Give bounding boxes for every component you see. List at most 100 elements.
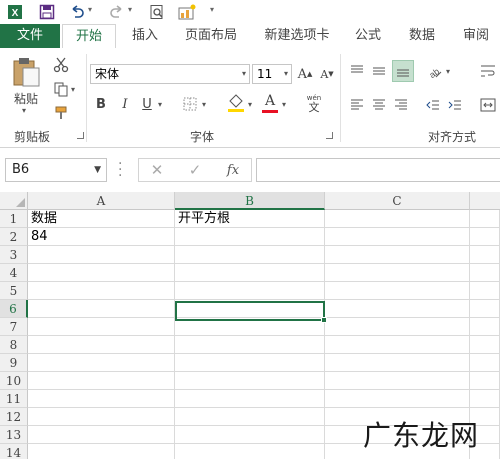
- fill-color-dropdown-icon[interactable]: ▾: [248, 100, 252, 109]
- row-header-12[interactable]: 12: [0, 408, 28, 426]
- paste-dropdown-icon[interactable]: ▾: [22, 106, 26, 115]
- column-header-d[interactable]: [470, 192, 500, 210]
- cell-a6[interactable]: [28, 300, 175, 318]
- cell-d3[interactable]: [470, 246, 500, 264]
- cell-b4[interactable]: [175, 264, 325, 282]
- underline-button[interactable]: U: [138, 94, 156, 114]
- merge-center-icon[interactable]: [478, 96, 498, 114]
- cancel-button[interactable]: ✕: [142, 158, 172, 182]
- tab-data[interactable]: 数据: [402, 24, 442, 48]
- row-header-5[interactable]: 5: [0, 282, 28, 300]
- undo-icon[interactable]: [68, 3, 86, 21]
- align-right-icon[interactable]: [392, 96, 410, 114]
- cell-d1[interactable]: [470, 210, 500, 228]
- cell-a13[interactable]: [28, 426, 175, 444]
- cell-c7[interactable]: [325, 318, 470, 336]
- row-header-3[interactable]: 3: [0, 246, 28, 264]
- borders-dropdown-icon[interactable]: ▾: [202, 100, 206, 109]
- fill-color-icon[interactable]: [226, 92, 246, 114]
- font-name-select[interactable]: 宋体 ▾: [90, 64, 250, 84]
- customize-icon[interactable]: ▾: [210, 5, 214, 14]
- wrap-text-icon[interactable]: [478, 62, 498, 80]
- cell-a3[interactable]: [28, 246, 175, 264]
- paste-label[interactable]: 粘贴: [8, 90, 44, 106]
- row-header-4[interactable]: 4: [0, 264, 28, 282]
- name-box[interactable]: B6 ▼: [5, 158, 107, 182]
- borders-icon[interactable]: [180, 94, 200, 114]
- tab-page-layout[interactable]: 页面布局: [178, 24, 244, 48]
- tab-file[interactable]: 文件: [0, 24, 60, 48]
- cell-c1[interactable]: [325, 210, 470, 228]
- cell-a1[interactable]: 数据: [28, 210, 175, 228]
- italic-button[interactable]: I: [116, 94, 134, 114]
- print-preview-icon[interactable]: [148, 3, 166, 21]
- cell-c8[interactable]: [325, 336, 470, 354]
- undo-dropdown-icon[interactable]: ▾: [88, 5, 92, 14]
- font-color-button[interactable]: A: [260, 92, 280, 114]
- cell-c10[interactable]: [325, 372, 470, 390]
- row-header-1[interactable]: 1: [0, 210, 28, 228]
- row-header-10[interactable]: 10: [0, 372, 28, 390]
- cell-b9[interactable]: [175, 354, 325, 372]
- cell-a14[interactable]: [28, 444, 175, 459]
- tab-insert[interactable]: 插入: [124, 24, 166, 48]
- increase-indent-icon[interactable]: [446, 96, 464, 114]
- align-bottom-icon[interactable]: [392, 60, 414, 82]
- cell-d9[interactable]: [470, 354, 500, 372]
- cell-a4[interactable]: [28, 264, 175, 282]
- paste-icon[interactable]: [8, 54, 44, 90]
- cell-d7[interactable]: [470, 318, 500, 336]
- copy-dropdown-icon[interactable]: ▾: [71, 85, 75, 94]
- cell-a9[interactable]: [28, 354, 175, 372]
- cell-a5[interactable]: [28, 282, 175, 300]
- decrease-indent-icon[interactable]: [424, 96, 442, 114]
- cell-a2[interactable]: 84: [28, 228, 175, 246]
- copy-icon[interactable]: [52, 80, 70, 98]
- cell-a8[interactable]: [28, 336, 175, 354]
- row-header-2[interactable]: 2: [0, 228, 28, 246]
- align-top-icon[interactable]: [348, 62, 366, 80]
- formula-input[interactable]: [256, 158, 500, 182]
- cell-b8[interactable]: [175, 336, 325, 354]
- grow-font-button[interactable]: A ▲: [296, 64, 314, 84]
- cell-d5[interactable]: [470, 282, 500, 300]
- cell-b13[interactable]: [175, 426, 325, 444]
- cell-a11[interactable]: [28, 390, 175, 408]
- cell-c3[interactable]: [325, 246, 470, 264]
- column-header-b[interactable]: B: [175, 192, 325, 210]
- cell-b14[interactable]: [175, 444, 325, 459]
- font-size-select[interactable]: 11 ▾: [252, 64, 292, 84]
- cell-b12[interactable]: [175, 408, 325, 426]
- cell-b3[interactable]: [175, 246, 325, 264]
- save-icon[interactable]: [38, 3, 56, 21]
- cell-c9[interactable]: [325, 354, 470, 372]
- align-left-icon[interactable]: [348, 96, 366, 114]
- tab-formulas[interactable]: 公式: [348, 24, 388, 48]
- fill-handle[interactable]: [321, 317, 327, 323]
- cell-c4[interactable]: [325, 264, 470, 282]
- cell-d10[interactable]: [470, 372, 500, 390]
- cell-d6[interactable]: [470, 300, 500, 318]
- align-middle-icon[interactable]: [370, 62, 388, 80]
- cell-b5[interactable]: [175, 282, 325, 300]
- font-color-dropdown-icon[interactable]: ▾: [282, 100, 286, 109]
- underline-dropdown-icon[interactable]: ▾: [158, 100, 162, 109]
- row-header-7[interactable]: 7: [0, 318, 28, 336]
- cell-b11[interactable]: [175, 390, 325, 408]
- formula-bar-grip[interactable]: · · ·: [118, 157, 122, 183]
- font-launcher-icon[interactable]: [326, 132, 333, 139]
- cell-d4[interactable]: [470, 264, 500, 282]
- tab-home[interactable]: 开始: [62, 24, 116, 49]
- column-header-c[interactable]: C: [325, 192, 470, 210]
- row-header-13[interactable]: 13: [0, 426, 28, 444]
- cell-c5[interactable]: [325, 282, 470, 300]
- cell-a7[interactable]: [28, 318, 175, 336]
- cell-c2[interactable]: [325, 228, 470, 246]
- row-header-14[interactable]: 14: [0, 444, 28, 459]
- row-header-6[interactable]: 6: [0, 300, 28, 318]
- row-header-9[interactable]: 9: [0, 354, 28, 372]
- cut-icon[interactable]: [52, 56, 70, 74]
- new-chart-icon[interactable]: [178, 3, 196, 21]
- cell-c6[interactable]: [325, 300, 470, 318]
- format-painter-icon[interactable]: [52, 104, 70, 122]
